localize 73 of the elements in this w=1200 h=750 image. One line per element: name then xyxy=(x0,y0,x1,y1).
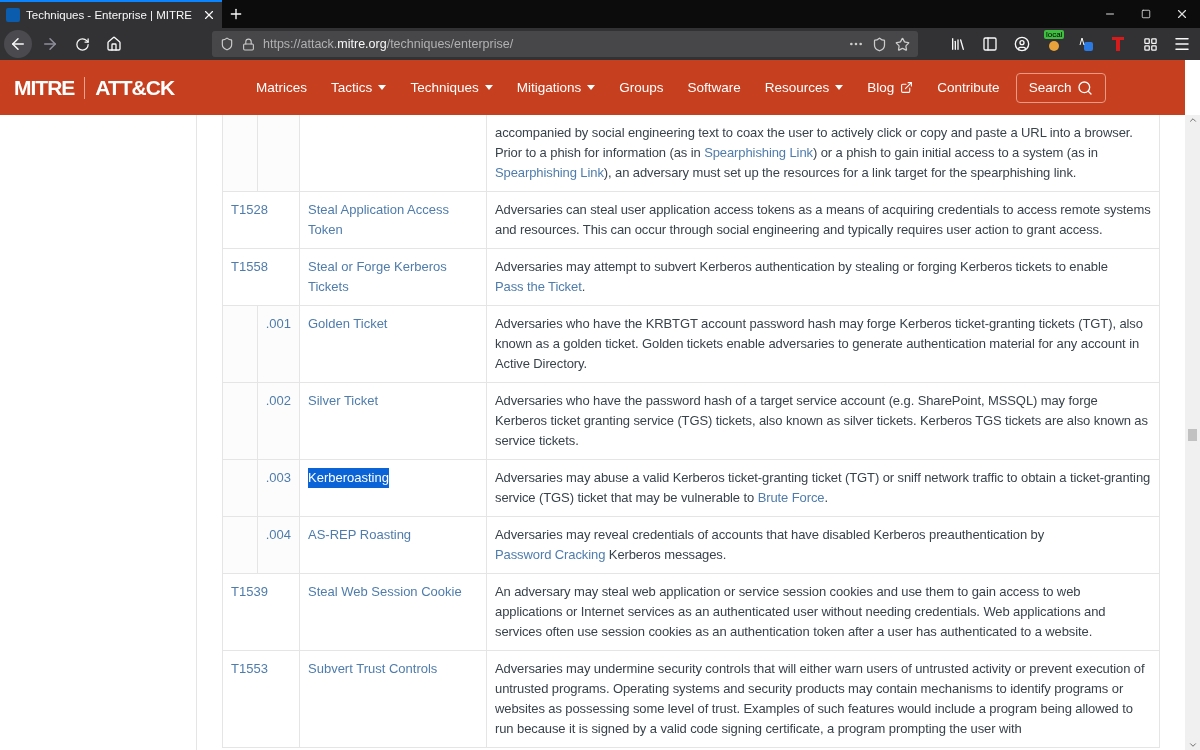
restore-icon[interactable] xyxy=(1141,9,1151,19)
new-tab-icon[interactable] xyxy=(228,6,244,22)
scroll-up-icon[interactable] xyxy=(1187,115,1198,125)
technique-description: Adversaries can steal user application access tokens as a means of acquiring credentials to access remote systems and resources. This can occur through social engineering and typically requires user action to grant access. xyxy=(494,201,1152,239)
star-icon[interactable] xyxy=(895,36,910,52)
caret-icon xyxy=(378,85,387,90)
grid-icon[interactable] xyxy=(1142,36,1158,52)
search-icon xyxy=(1077,79,1094,96)
technique-description: Adversaries may attempt to subvert Kerberos authentication by stealing or forging Kerberos tickets to enable Pass the Ticket. xyxy=(494,258,1109,296)
technique-name-link[interactable]: Steal Web Session Cookie xyxy=(308,582,462,602)
technique-name-link[interactable]: AS-REP Roasting xyxy=(308,525,412,545)
technique-description: Adversaries may undermine security controls that will either warn users of untrusted activity or prevent execution of untrusted programs. Operating systems and security products may contain mechanisms to identify programs or websites as possessing some level of trust. Examples of such features would include a program being allowed to run because it is signed by a valid code signing certificate, a program prompting the user with xyxy=(494,660,1146,738)
caret-icon xyxy=(484,85,493,90)
caret-icon xyxy=(835,85,844,90)
close-icon[interactable] xyxy=(1175,7,1189,21)
technique-description: Adversaries who have the password hash of a target service account (e.g. SharePoint, MSSQL) may forge Kerberos ticket granting service (TGS) tickets, also known as silver tickets. Kerberos TGS tickets are also known as service tickets. xyxy=(494,392,1149,450)
description-link[interactable]: Pass the Ticket xyxy=(495,279,582,294)
nav-link[interactable]: Mitigations xyxy=(504,80,608,95)
technique-name-link[interactable]: Silver Ticket xyxy=(308,391,379,411)
technique-description: Adversaries who have the KRBTGT account password hash may forge Kerberos ticket-granting tickets (TGT), also known as a golden ticket. Golden tickets enable adversaries to generate authentication material for any account in Active Directory. xyxy=(494,315,1144,373)
extension-badge: local xyxy=(1044,30,1065,39)
scrollbar-track[interactable] xyxy=(1185,115,1200,750)
menu-icon[interactable] xyxy=(1173,35,1191,53)
technique-name-link[interactable]: Steal or Forge Kerberos Tickets xyxy=(308,257,478,297)
technique-name-link[interactable]: Steal Application Access Token xyxy=(308,200,478,240)
translate-icon[interactable] xyxy=(1079,37,1093,51)
technique-description: Adversaries may reveal credentials of accounts that have disabled Kerberos preauthentication by Password Cracking Kerberos messages. xyxy=(494,526,1046,564)
nav-link[interactable]: Contribute xyxy=(925,80,1012,95)
technique-id-link[interactable]: T1553 xyxy=(231,659,268,679)
technique-id-link[interactable]: T1528 xyxy=(231,200,268,220)
search-button[interactable]: Search xyxy=(1015,72,1107,103)
technique-id-link[interactable]: T1558 xyxy=(231,257,268,277)
favicon-icon xyxy=(6,8,20,22)
library-icon[interactable] xyxy=(950,36,966,52)
close-icon[interactable] xyxy=(202,8,216,22)
sidebar-icon[interactable] xyxy=(982,36,998,52)
reload-icon[interactable] xyxy=(74,36,90,52)
site-logo[interactable]: MITRE ATT&CK xyxy=(14,75,175,100)
scroll-down-icon[interactable] xyxy=(1187,740,1198,750)
forward-arrow-icon[interactable] xyxy=(41,35,59,53)
description-link[interactable]: Spearphishing Link xyxy=(495,165,604,180)
technique-description: accompanied by social engineering text to coax the user to actively click or copy and paste a URL into a browser. Prior to a phish for information (as in Spearphishing Link) or a phish to gain initial access to a system (as in Spearphishing Link), an adversary must set up the resources for a link target for the spearphishing link. xyxy=(494,124,1134,182)
nav-link[interactable]: Blog xyxy=(855,80,926,95)
technique-name-link[interactable]: Subvert Trust Controls xyxy=(308,659,438,679)
technique-id-link[interactable]: .002 xyxy=(265,391,291,411)
technique-name-link[interactable]: Kerberoasting xyxy=(308,468,389,488)
technique-name-link[interactable]: Golden Ticket xyxy=(308,314,388,334)
technique-id-link[interactable]: .003 xyxy=(265,468,291,488)
nav-link[interactable]: Software xyxy=(675,80,753,95)
back-button[interactable] xyxy=(4,30,32,58)
extension-icon[interactable] xyxy=(1111,36,1125,52)
lock-icon xyxy=(242,37,255,51)
nav-link[interactable]: Matrices xyxy=(244,80,320,95)
home-icon[interactable] xyxy=(106,36,122,52)
technique-id-link[interactable]: T1539 xyxy=(231,582,268,602)
tab-title: Techniques - Enterprise | MITRE xyxy=(26,9,193,21)
description-link[interactable]: Spearphishing Link xyxy=(704,145,813,160)
external-link-icon xyxy=(900,81,914,94)
technique-id-link[interactable]: .001 xyxy=(265,314,291,334)
shield-icon xyxy=(220,37,234,51)
technique-description: An adversary may steal web application or service session cookies and use them to gain access to web applications or Internet services as an authenticated user without needing credentials. Web applications and services often use session cookies as an authentication token after a user has authenticated to a website. xyxy=(494,583,1107,641)
nav-link[interactable]: Tactics xyxy=(319,80,399,95)
technique-id-link[interactable]: .004 xyxy=(265,525,291,545)
nav-link[interactable]: Techniques xyxy=(398,80,505,95)
description-link[interactable]: Password Cracking xyxy=(495,547,606,562)
browser-tab[interactable]: Techniques - Enterprise | MITRE xyxy=(0,0,222,28)
caret-icon xyxy=(587,85,596,90)
account-icon[interactable] xyxy=(1014,36,1030,52)
nav-link[interactable]: Groups xyxy=(607,80,676,95)
technique-description: Adversaries may abuse a valid Kerberos ticket-granting ticket (TGT) or sniff network traffic to obtain a ticket-granting service (TGS) ticket that may be vulnerable to Brute Force. xyxy=(494,469,1152,507)
scrollbar-thumb[interactable] xyxy=(1188,428,1197,441)
nav-link[interactable]: Resources xyxy=(752,80,856,95)
address-field[interactable]: https://attack.mitre.org/techniques/enterprise/ xyxy=(212,31,918,57)
